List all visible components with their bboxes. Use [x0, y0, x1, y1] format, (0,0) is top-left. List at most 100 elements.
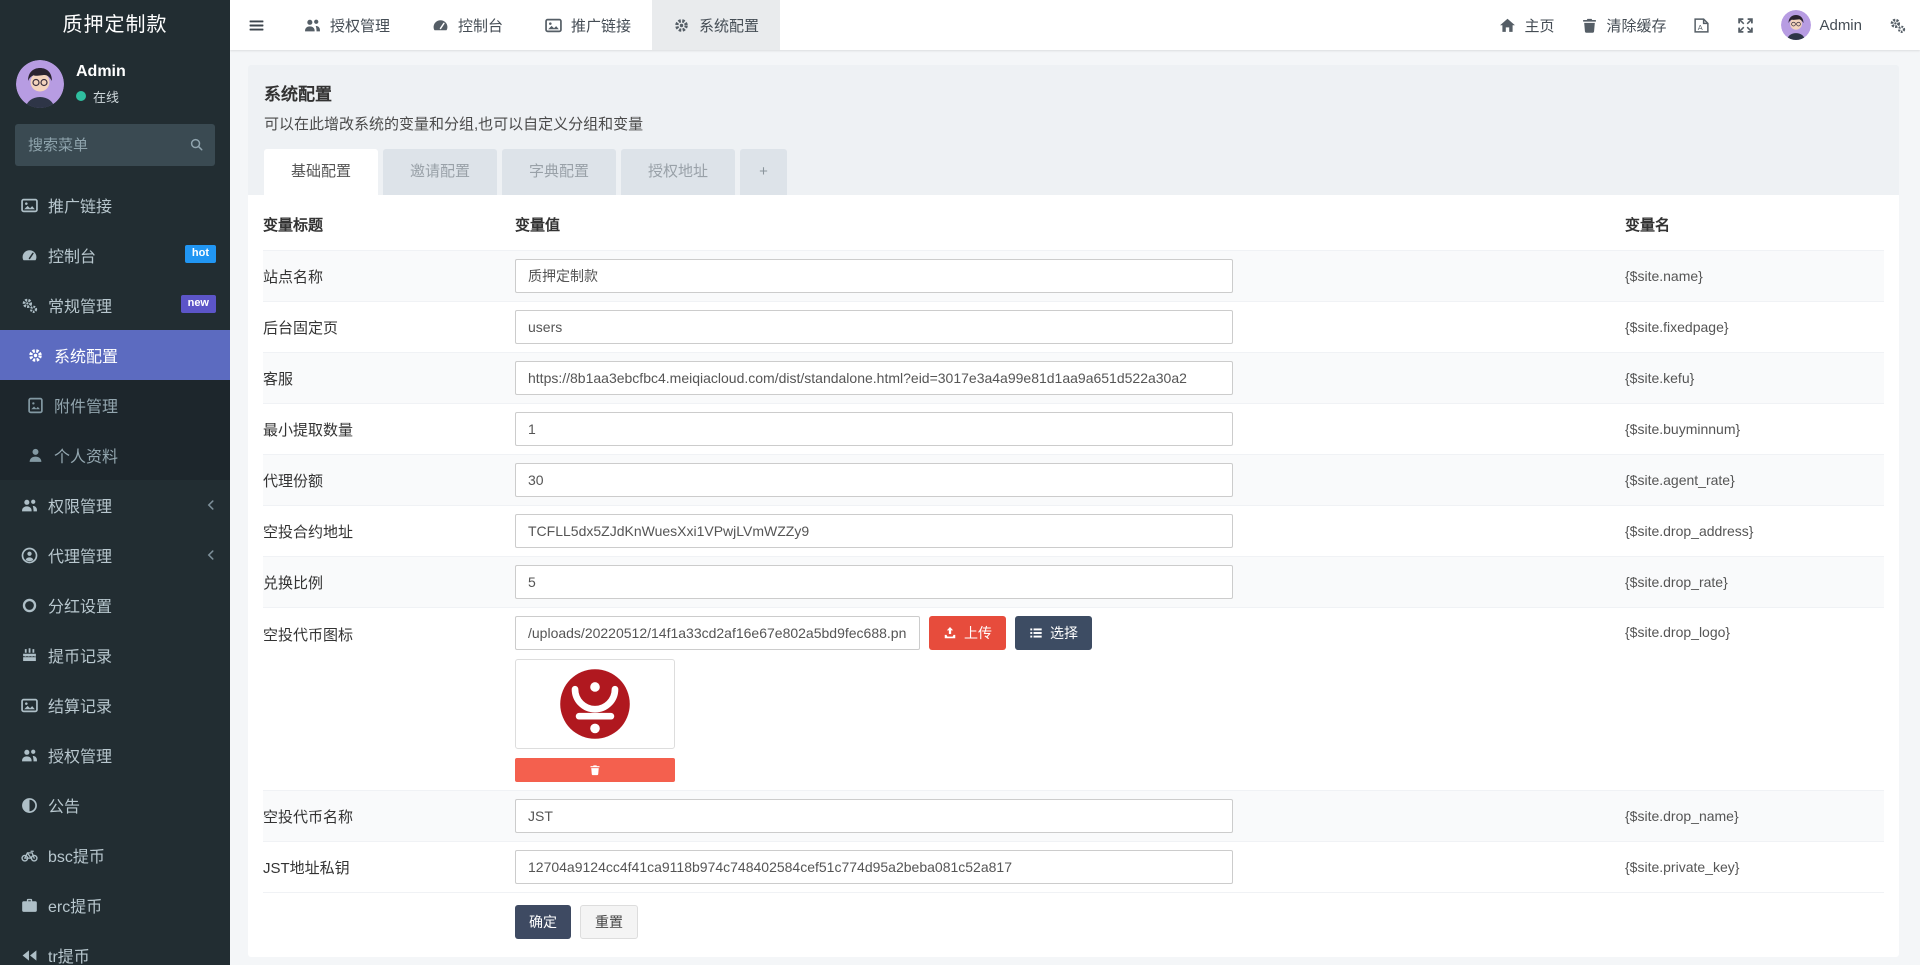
sidebar-item-general-management[interactable]: 常规管理 new [0, 280, 230, 330]
panel-header: 系统配置 可以在此增改系统的变量和分组,也可以自定义分组和变量 基础配置 邀请配… [248, 65, 1899, 195]
sidebar-item-label: erc提币 [48, 893, 102, 917]
user-name: Admin [76, 63, 126, 81]
search-icon[interactable] [189, 137, 204, 152]
tab-invite-config[interactable]: 邀请配置 [383, 149, 497, 195]
row-var: {$site.agent_rate} [1625, 472, 1884, 488]
sidebar-item-permission-management[interactable]: 权限管理 [0, 480, 230, 530]
sidebar-item-label: 授权管理 [48, 743, 112, 767]
reset-button[interactable]: 重置 [580, 905, 638, 939]
dashboard-icon [20, 247, 38, 264]
home-label: 主页 [1524, 15, 1554, 36]
nav-tab-system-config[interactable]: 系统配置 [652, 0, 780, 50]
sidebar-item-label: bsc提币 [48, 843, 105, 867]
gear-icon [26, 347, 44, 364]
customer-service-input[interactable] [515, 361, 1233, 395]
table-row-drop-name: 空投代币名称 {$site.drop_name} [263, 791, 1884, 842]
tab-authorization-address[interactable]: 授权地址 [621, 149, 735, 195]
navbar-username: Admin [1819, 17, 1862, 34]
sidebar-item-authorization-management[interactable]: 授权管理 [0, 730, 230, 780]
sidebar-item-label: 权限管理 [48, 493, 112, 517]
add-tab-button[interactable]: + [740, 149, 787, 195]
min-withdraw-input[interactable] [515, 412, 1233, 446]
drop-logo-input[interactable] [515, 616, 920, 650]
row-var: {$site.buyminnum} [1625, 421, 1884, 437]
user-menu[interactable]: Admin [1781, 10, 1862, 40]
sidebar-item-settlement-records[interactable]: 结算记录 [0, 680, 230, 730]
sidebar-item-promo-links[interactable]: 推广链接 [0, 180, 230, 230]
hot-badge: hot [185, 245, 216, 263]
menu-search [15, 124, 215, 166]
row-var: {$site.fixedpage} [1625, 319, 1884, 335]
site-name-input[interactable] [515, 259, 1233, 293]
list-icon [1029, 626, 1043, 640]
config-panel: 系统配置 可以在此增改系统的变量和分组,也可以自定义分组和变量 基础配置 邀请配… [248, 65, 1899, 957]
sidebar-item-dashboard[interactable]: 控制台 hot [0, 230, 230, 280]
row-label: 空投代币图标 [263, 608, 515, 645]
sidebar-item-system-config[interactable]: 系统配置 [0, 330, 230, 380]
user-status-label: 在线 [93, 87, 119, 106]
sidebar-item-tr-withdraw[interactable]: tr提币 [0, 930, 230, 965]
main-content: 系统配置 可以在此增改系统的变量和分组,也可以自定义分组和变量 基础配置 邀请配… [230, 50, 1920, 965]
nav-tab-dashboard[interactable]: 控制台 [411, 0, 524, 50]
sidebar-item-label: 附件管理 [54, 393, 118, 417]
bicycle-icon [20, 847, 38, 864]
row-var: {$site.drop_address} [1625, 523, 1884, 539]
circle-icon [20, 597, 38, 614]
sidebar-item-withdraw-records[interactable]: 提币记录 [0, 630, 230, 680]
search-input[interactable] [15, 124, 215, 166]
row-label: 空投代币名称 [263, 806, 515, 827]
sidebar-item-dividend-settings[interactable]: 分红设置 [0, 580, 230, 630]
token-logo-preview [515, 659, 675, 749]
user-panel: Admin 在线 [0, 50, 230, 114]
private-key-input[interactable] [515, 850, 1233, 884]
image-icon [20, 197, 38, 214]
drop-rate-input[interactable] [515, 565, 1233, 599]
fullscreen-icon[interactable] [1737, 17, 1754, 34]
choose-button[interactable]: 选择 [1015, 616, 1092, 650]
clear-cache-link[interactable]: 清除缓存 [1581, 15, 1666, 36]
language-icon[interactable]: A [1693, 17, 1710, 34]
row-var: {$site.private_key} [1625, 859, 1884, 875]
sidebar-item-label: 推广链接 [48, 193, 112, 217]
row-var: {$site.drop_name} [1625, 808, 1884, 824]
avatar [1781, 10, 1811, 40]
sidebar-item-erc-withdraw[interactable]: erc提币 [0, 880, 230, 930]
sidebar-menu: 推广链接 控制台 hot 常规管理 new 系统配置 附件管理 个人资料 权限管… [0, 172, 230, 965]
avatar [16, 60, 64, 108]
form-footer: 确定 重置 [263, 893, 1884, 957]
row-label: 兑换比例 [263, 572, 515, 593]
navbar-right: 主页 清除缓存 A Admin [1499, 0, 1920, 50]
submit-button[interactable]: 确定 [515, 905, 571, 939]
tab-dictionary-config[interactable]: 字典配置 [502, 149, 616, 195]
users-icon [20, 747, 38, 764]
sidebar-item-attachment-management[interactable]: 附件管理 [0, 380, 230, 430]
upload-icon [943, 626, 957, 640]
tab-basic-config[interactable]: 基础配置 [264, 149, 378, 195]
nav-tab-authorization[interactable]: 授权管理 [283, 0, 411, 50]
table-row-site-name: 站点名称 {$site.name} [263, 251, 1884, 302]
drop-address-input[interactable] [515, 514, 1233, 548]
sidebar-item-label: 控制台 [48, 243, 96, 267]
sidebar-item-agent-management[interactable]: 代理管理 [0, 530, 230, 580]
config-form: 变量标题 变量值 变量名 站点名称 {$site.name} 后台固定页 {$s… [248, 195, 1899, 957]
row-label: 最小提取数量 [263, 419, 515, 440]
sidebar-item-announcement[interactable]: 公告 [0, 780, 230, 830]
upload-button[interactable]: 上传 [929, 616, 1006, 650]
jst-token-logo [558, 667, 632, 741]
delete-image-button[interactable] [515, 758, 675, 782]
settings-cogs-icon[interactable] [1889, 17, 1906, 34]
table-row-private-key: JST地址私钥 {$site.private_key} [263, 842, 1884, 893]
nav-tab-label: 授权管理 [330, 15, 390, 36]
fixed-page-input[interactable] [515, 310, 1233, 344]
sidebar-item-bsc-withdraw[interactable]: bsc提币 [0, 830, 230, 880]
nav-tab-promo-links[interactable]: 推广链接 [524, 0, 652, 50]
sidebar-toggle-icon[interactable] [230, 0, 283, 50]
sidebar-item-profile[interactable]: 个人资料 [0, 430, 230, 480]
agent-rate-input[interactable] [515, 463, 1233, 497]
drop-name-input[interactable] [515, 799, 1233, 833]
image-icon [545, 17, 562, 34]
svg-text:A: A [1698, 22, 1703, 31]
sidebar-item-label: 结算记录 [48, 693, 112, 717]
home-link[interactable]: 主页 [1499, 15, 1554, 36]
sidebar-item-label: 系统配置 [54, 343, 118, 367]
